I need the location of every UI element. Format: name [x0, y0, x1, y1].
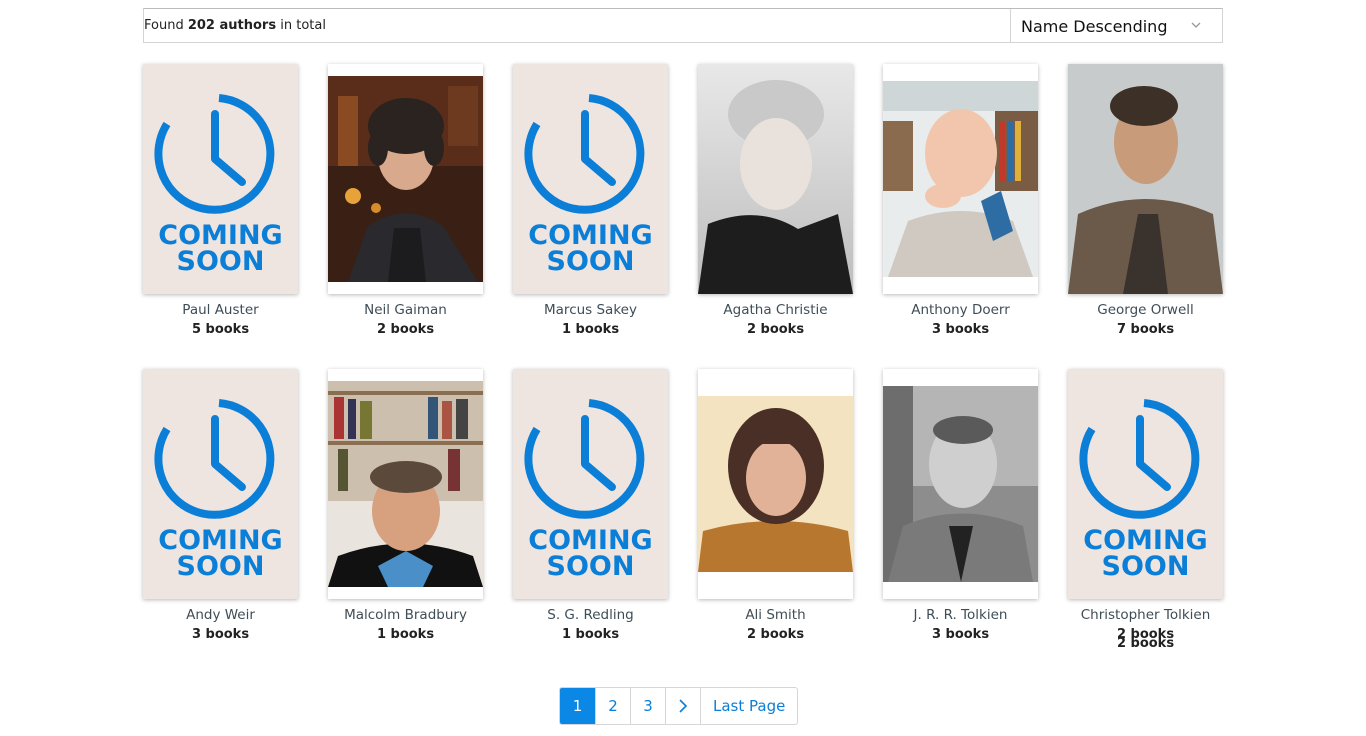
- author-name[interactable]: Ali Smith: [698, 607, 853, 623]
- author-name[interactable]: Neil Gaiman: [328, 302, 483, 318]
- coming-soon-cover: COMING SOON: [1068, 369, 1223, 599]
- author-photo-cover: [328, 369, 483, 599]
- coming-soon-cover: COMING SOON: [513, 64, 668, 294]
- svg-text:SOON: SOON: [547, 551, 635, 582]
- author-photo-cover: [698, 369, 853, 599]
- author-card[interactable]: COMING SOON Marcus Sakey 1 books: [513, 64, 668, 337]
- author-book-count: 2 books: [746, 627, 805, 642]
- coming-soon-text: COMING SOON: [528, 220, 652, 277]
- coming-soon-text: COMING SOON: [158, 220, 282, 277]
- author-photo-cover: [883, 369, 1038, 599]
- page-2-button[interactable]: 2: [595, 688, 630, 724]
- page-3-button[interactable]: 3: [630, 688, 665, 724]
- svg-text:SOON: SOON: [177, 246, 265, 277]
- author-name[interactable]: George Orwell: [1068, 302, 1223, 318]
- results-count: Found 202 authors in total: [144, 18, 326, 33]
- author-photo-cover: [328, 64, 483, 294]
- author-card[interactable]: Agatha Christie 2 books: [698, 64, 853, 337]
- author-card[interactable]: COMING SOON Andy Weir 3 books: [143, 369, 298, 642]
- coming-soon-cover: COMING SOON: [143, 64, 298, 294]
- author-photo-cover: [698, 64, 853, 294]
- author-card[interactable]: COMING SOON Christopher Tolkien 2 books …: [1068, 369, 1223, 651]
- svg-text:SOON: SOON: [1102, 551, 1190, 582]
- author-book-count: 5 books: [191, 322, 250, 337]
- pagination: 1 2 3 Last Page: [559, 687, 799, 725]
- author-book-count-duplicate: 2 books: [1116, 636, 1175, 651]
- author-name[interactable]: S. G. Redling: [513, 607, 668, 623]
- author-book-count: 2 books: [746, 322, 805, 337]
- author-card[interactable]: Neil Gaiman 2 books: [328, 64, 483, 337]
- author-card[interactable]: COMING SOON Paul Auster 5 books: [143, 64, 298, 337]
- author-book-count: 7 books: [1116, 322, 1175, 337]
- results-toolbar: Found 202 authors in total Name Descendi…: [143, 8, 1223, 43]
- results-count-number: 202 authors: [187, 18, 277, 33]
- coming-soon-text: COMING SOON: [1083, 525, 1207, 582]
- author-photo: [328, 381, 483, 587]
- author-photo: [328, 76, 483, 282]
- author-book-count: 3 books: [931, 322, 990, 337]
- chevron-down-icon: [1191, 22, 1201, 28]
- coming-soon-cover: COMING SOON: [513, 369, 668, 599]
- author-book-count: 1 books: [561, 627, 620, 642]
- page-1-button[interactable]: 1: [560, 688, 595, 724]
- author-book-count: 2 books: [376, 322, 435, 337]
- author-book-count: 3 books: [191, 627, 250, 642]
- sort-select[interactable]: Name Descending: [1010, 9, 1222, 42]
- author-name[interactable]: Agatha Christie: [698, 302, 853, 318]
- author-card[interactable]: Ali Smith 2 books: [698, 369, 853, 642]
- author-photo: [698, 396, 853, 572]
- author-name[interactable]: J. R. R. Tolkien: [883, 607, 1038, 623]
- sort-select-value: Name Descending: [1021, 17, 1168, 36]
- author-photo-cover: [883, 64, 1038, 294]
- coming-soon-text: COMING SOON: [528, 525, 652, 582]
- author-name[interactable]: Christopher Tolkien: [1068, 607, 1223, 623]
- author-photo-cover: [1068, 64, 1223, 294]
- author-card[interactable]: Malcolm Bradbury 1 books: [328, 369, 483, 642]
- coming-soon-text: COMING SOON: [158, 525, 282, 582]
- author-book-count: 1 books: [376, 627, 435, 642]
- svg-text:SOON: SOON: [547, 246, 635, 277]
- chevron-right-icon: [679, 699, 688, 713]
- author-name[interactable]: Paul Auster: [143, 302, 298, 318]
- author-name[interactable]: Malcolm Bradbury: [328, 607, 483, 623]
- author-card[interactable]: J. R. R. Tolkien 3 books: [883, 369, 1038, 642]
- author-name[interactable]: Anthony Doerr: [883, 302, 1038, 318]
- author-card[interactable]: George Orwell 7 books: [1068, 64, 1223, 337]
- author-photo: [698, 64, 853, 294]
- author-photo: [1068, 64, 1223, 294]
- author-book-count: 3 books: [931, 627, 990, 642]
- author-name[interactable]: Andy Weir: [143, 607, 298, 623]
- author-card[interactable]: COMING SOON S. G. Redling 1 books: [513, 369, 668, 642]
- author-book-count: 1 books: [561, 322, 620, 337]
- last-page-button[interactable]: Last Page: [700, 688, 797, 724]
- coming-soon-cover: COMING SOON: [143, 369, 298, 599]
- author-card[interactable]: Anthony Doerr 3 books: [883, 64, 1038, 337]
- author-photo: [883, 81, 1038, 277]
- svg-text:SOON: SOON: [177, 551, 265, 582]
- next-page-button[interactable]: [665, 688, 700, 724]
- author-name[interactable]: Marcus Sakey: [513, 302, 668, 318]
- author-photo: [883, 386, 1038, 582]
